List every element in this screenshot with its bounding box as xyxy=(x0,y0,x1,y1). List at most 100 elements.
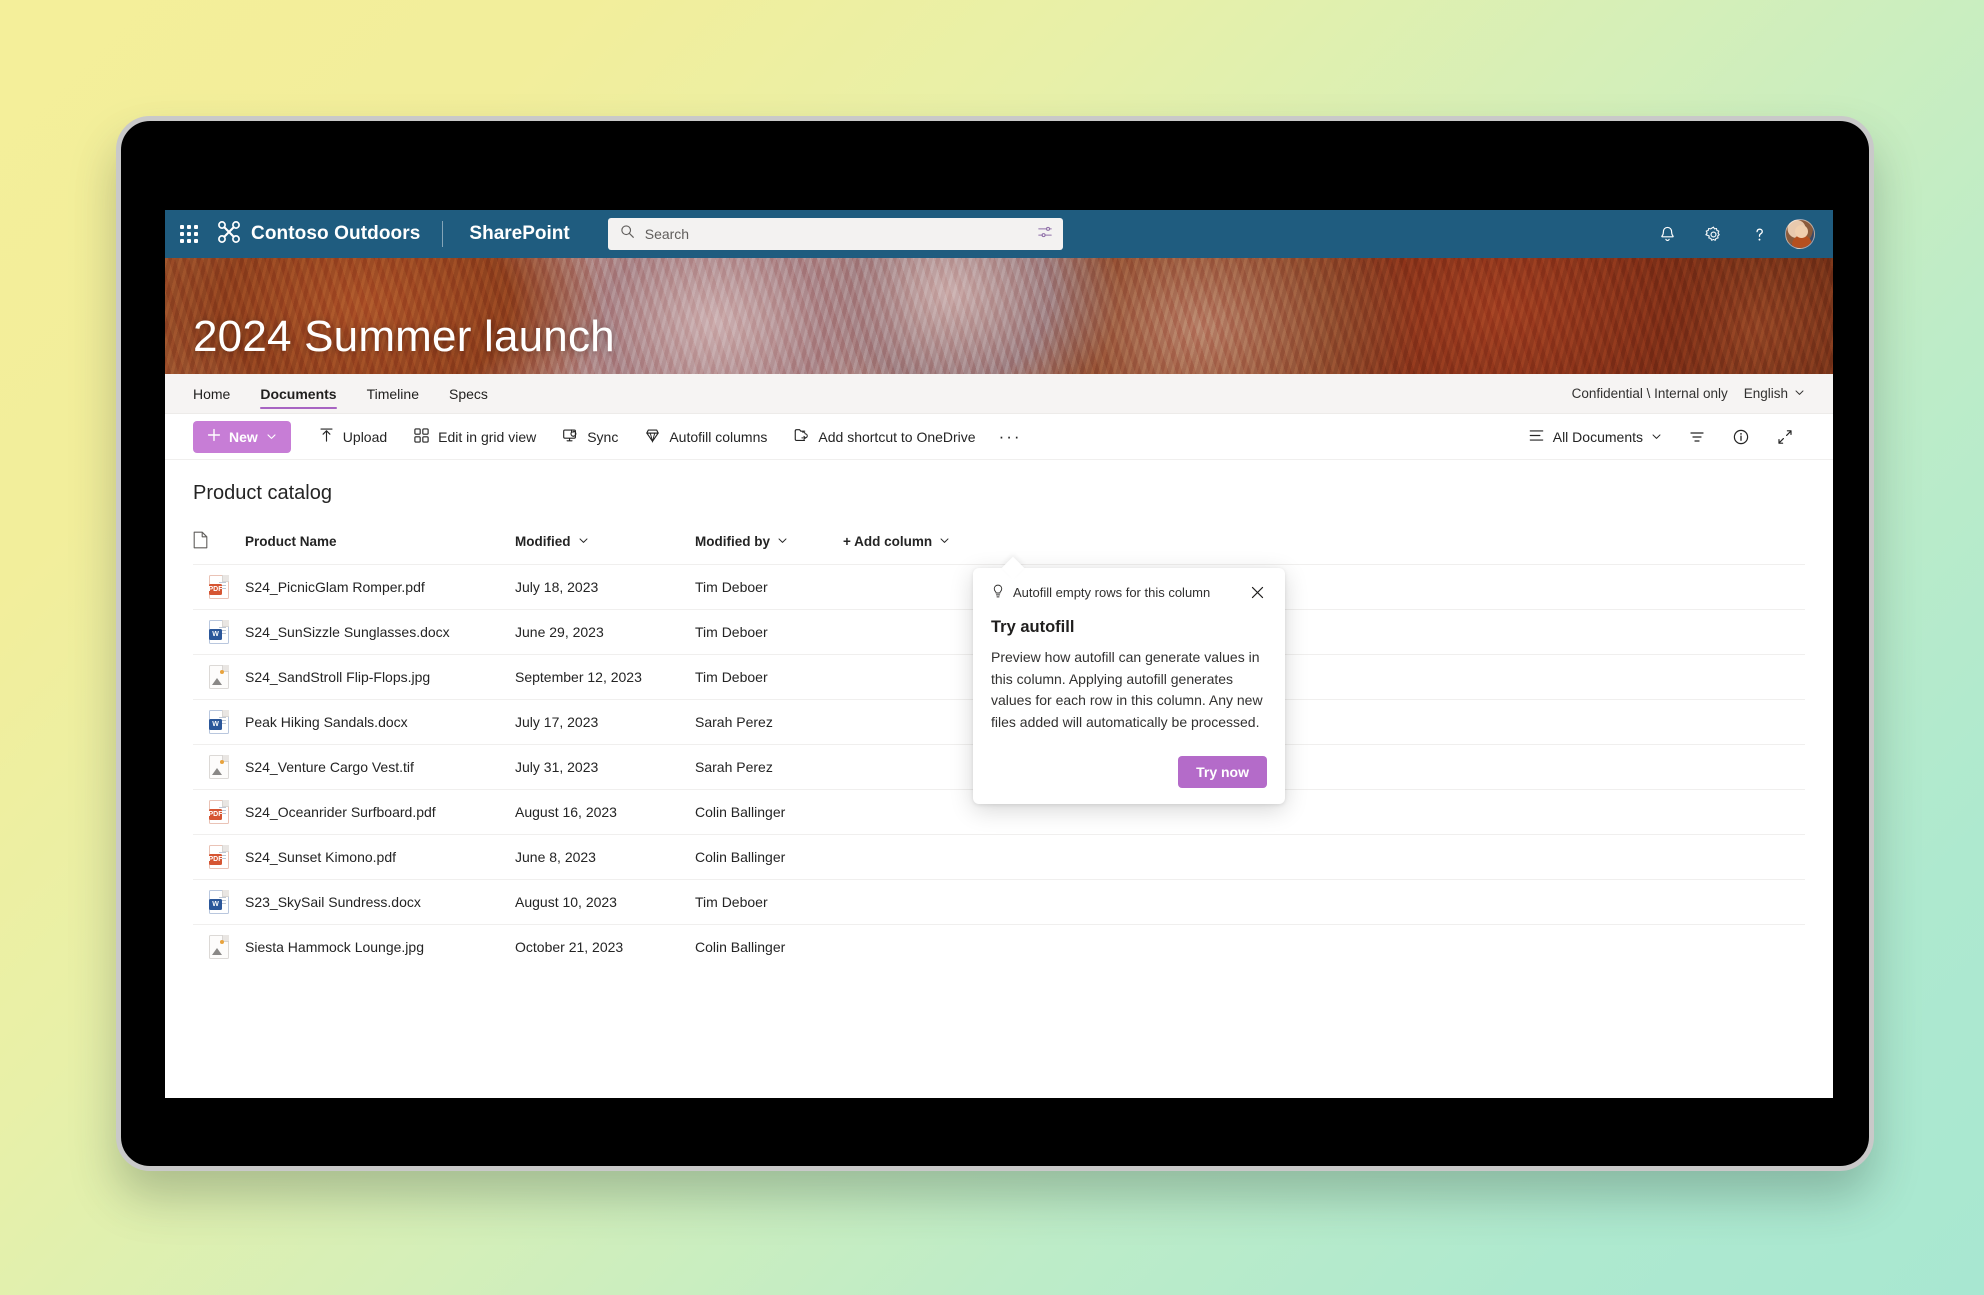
chevron-down-icon xyxy=(1651,429,1662,445)
table-header-row: Product Name Modified Modified by + Add … xyxy=(193,531,1805,565)
word-file-icon: W xyxy=(209,890,229,914)
row-file-name[interactable]: S24_SandStroll Flip-Flops.jpg xyxy=(245,654,515,700)
row-modified-by: Sarah Perez xyxy=(695,744,843,790)
page-title: 2024 Summer launch xyxy=(193,312,615,361)
row-modified-by: Colin Ballinger xyxy=(695,834,843,880)
autofill-diamond-icon xyxy=(644,427,661,447)
view-selector-button[interactable]: All Documents xyxy=(1517,419,1673,455)
table-row[interactable]: PDF S24_Sunset Kimono.pdf June 8, 2023 C… xyxy=(193,834,1805,880)
row-file-name[interactable]: Siesta Hammock Lounge.jpg xyxy=(245,924,515,970)
autofill-columns-label: Autofill columns xyxy=(669,428,768,445)
column-header-modified-by[interactable]: Modified by xyxy=(695,531,843,565)
avatar[interactable] xyxy=(1785,219,1815,249)
autofill-columns-button[interactable]: Autofill columns xyxy=(633,419,778,455)
image-file-icon xyxy=(209,755,229,779)
row-empty-cell xyxy=(843,879,1805,925)
nav-item-timeline[interactable]: Timeline xyxy=(352,374,434,413)
lightbulb-icon xyxy=(991,584,1005,602)
new-button-label: New xyxy=(229,428,258,445)
search-filter-icon[interactable] xyxy=(1037,224,1053,245)
search-icon xyxy=(620,224,635,244)
edit-in-grid-view-label: Edit in grid view xyxy=(438,428,537,445)
app-name-link[interactable]: SharePoint xyxy=(443,223,595,245)
sync-button[interactable]: Sync xyxy=(551,419,629,455)
command-bar-right: All Documents xyxy=(1517,417,1805,457)
pdf-file-icon: PDF xyxy=(209,575,229,599)
app-launcher-button[interactable] xyxy=(165,210,213,258)
row-file-name[interactable]: S24_SunSizzle Sunglasses.docx xyxy=(245,609,515,655)
search-container: Search xyxy=(607,218,1063,250)
brand-logo-link[interactable]: Contoso Outdoors xyxy=(213,210,442,258)
row-modified: July 17, 2023 xyxy=(515,699,695,745)
row-empty-cell xyxy=(843,834,1805,880)
row-modified-by: Tim Deboer xyxy=(695,879,843,925)
new-button[interactable]: New xyxy=(193,420,291,453)
row-file-icon-cell: W xyxy=(193,609,245,655)
row-modified: June 29, 2023 xyxy=(515,609,695,655)
chevron-down-icon xyxy=(1794,386,1805,401)
table-row[interactable]: Siesta Hammock Lounge.jpg October 21, 20… xyxy=(193,924,1805,970)
row-file-name[interactable]: S24_Venture Cargo Vest.tif xyxy=(245,744,515,790)
row-modified-by: Colin Ballinger xyxy=(695,924,843,970)
row-file-icon-cell: PDF xyxy=(193,789,245,835)
row-file-icon-cell: W xyxy=(193,699,245,745)
image-file-icon xyxy=(209,935,229,960)
row-modified: July 18, 2023 xyxy=(515,564,695,610)
search-input[interactable]: Search xyxy=(645,226,1027,242)
upload-button[interactable]: Upload xyxy=(307,419,398,455)
language-label: English xyxy=(1743,386,1788,401)
column-header-file-type[interactable] xyxy=(193,531,245,565)
chevron-down-icon xyxy=(939,534,950,549)
edit-in-grid-view-button[interactable]: Edit in grid view xyxy=(402,419,547,455)
details-info-button[interactable] xyxy=(1721,417,1761,457)
row-file-icon-cell: PDF xyxy=(193,564,245,610)
row-file-name[interactable]: S24_PicnicGlam Romper.pdf xyxy=(245,564,515,610)
add-column-label: + Add column xyxy=(843,534,933,549)
word-file-icon: W xyxy=(209,710,229,734)
row-file-name[interactable]: S23_SkySail Sundress.docx xyxy=(245,879,515,925)
column-header-product-name[interactable]: Product Name xyxy=(245,531,515,565)
row-modified-by: Sarah Perez xyxy=(695,699,843,745)
list-title: Product catalog xyxy=(193,482,332,504)
nav-item-specs[interactable]: Specs xyxy=(434,374,503,413)
language-selector[interactable]: English xyxy=(1744,386,1805,401)
callout-header: Autofill empty rows for this column xyxy=(991,584,1267,604)
chevron-down-icon xyxy=(777,534,788,549)
row-file-name[interactable]: S24_Oceanrider Surfboard.pdf xyxy=(245,789,515,835)
suite-bar-actions xyxy=(1647,214,1833,254)
nav-item-documents[interactable]: Documents xyxy=(245,374,351,413)
search-box[interactable]: Search xyxy=(607,218,1063,250)
chevron-down-icon xyxy=(266,429,277,445)
more-commands-button[interactable]: ··· xyxy=(991,427,1030,447)
filter-button[interactable] xyxy=(1677,417,1717,457)
grid-view-icon xyxy=(413,427,430,447)
row-file-icon-cell: W xyxy=(193,879,245,925)
suite-bar: Contoso Outdoors SharePoint Search xyxy=(165,210,1833,258)
column-header-modified-by-label: Modified by xyxy=(695,534,770,549)
row-modified: September 12, 2023 xyxy=(515,654,695,700)
close-icon[interactable] xyxy=(1248,584,1267,604)
site-nav-links: Home Documents Timeline Specs xyxy=(193,374,503,413)
document-library: Product catalog Product Name Modified Mo… xyxy=(165,460,1833,970)
settings-button[interactable] xyxy=(1693,214,1733,254)
chevron-down-icon xyxy=(578,534,589,549)
notifications-button[interactable] xyxy=(1647,214,1687,254)
expand-button[interactable] xyxy=(1765,417,1805,457)
callout-title: Try autofill xyxy=(991,618,1075,636)
brand-name: Contoso Outdoors xyxy=(251,223,421,244)
row-modified-by: Tim Deboer xyxy=(695,564,843,610)
nav-item-home[interactable]: Home xyxy=(193,374,245,413)
row-file-icon-cell: PDF xyxy=(193,834,245,880)
table-row[interactable]: W S23_SkySail Sundress.docx August 10, 2… xyxy=(193,879,1805,925)
row-file-icon-cell xyxy=(193,654,245,700)
column-header-add-column[interactable]: + Add column xyxy=(843,531,1805,565)
row-modified: June 8, 2023 xyxy=(515,834,695,880)
add-shortcut-to-onedrive-label: Add shortcut to OneDrive xyxy=(818,428,976,445)
help-button[interactable] xyxy=(1739,214,1779,254)
row-file-name[interactable]: S24_Sunset Kimono.pdf xyxy=(245,834,515,880)
try-now-button[interactable]: Try now xyxy=(1178,755,1267,788)
row-file-name[interactable]: Peak Hiking Sandals.docx xyxy=(245,699,515,745)
add-shortcut-to-onedrive-button[interactable]: Add shortcut to OneDrive xyxy=(782,419,986,455)
sensitivity-label: Confidential \ Internal only xyxy=(1571,386,1728,401)
column-header-modified[interactable]: Modified xyxy=(515,531,695,565)
